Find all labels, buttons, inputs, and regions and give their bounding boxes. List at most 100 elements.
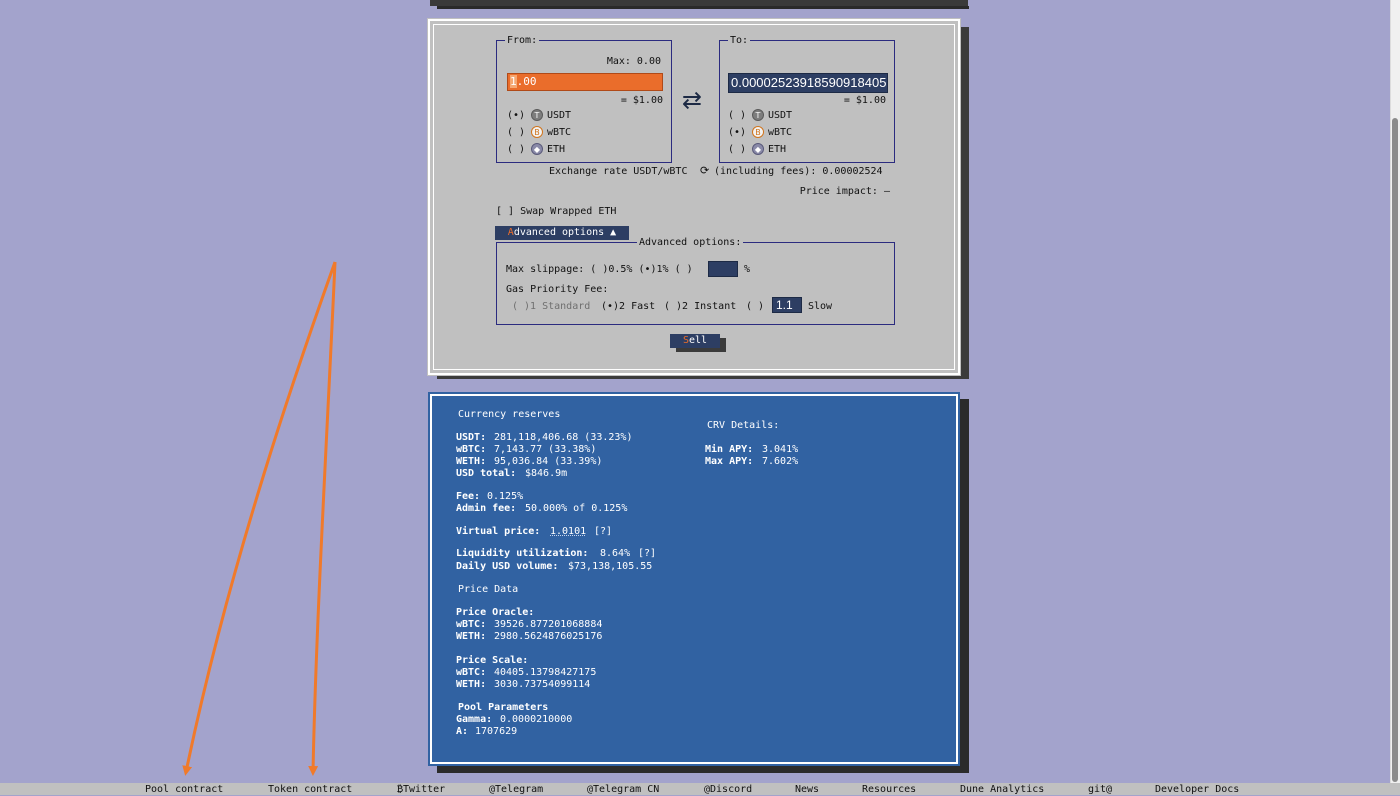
pool-parameters-title: Pool Parameters — [458, 702, 549, 713]
refresh-icon[interactable]: ⟳ — [700, 164, 709, 177]
from-amount-rest: .00 — [516, 75, 537, 88]
from-eth-radio[interactable]: ( ) — [507, 144, 525, 155]
max-apy-label: Max APY: — [705, 456, 754, 467]
virtual-price-value: 1.0101 — [550, 526, 587, 537]
reserves-title: Currency reserves — [458, 409, 561, 420]
wbtc-icon: B — [752, 126, 764, 138]
liquidity-utilization-label: Liquidity utilization: — [456, 548, 589, 559]
oracle-weth-label: WETH: — [456, 631, 487, 642]
max-slippage-options[interactable]: Max slippage: ( )0.5% (•)1% ( ) — [506, 264, 693, 275]
liquidity-utilization-value: 8.64% — [600, 548, 631, 559]
telegram-link[interactable]: @Telegram — [489, 783, 543, 796]
weth-reserve-value: 95,036.84 (33.39%) — [494, 456, 603, 467]
price-data-title: Price Data — [458, 584, 519, 595]
virtual-price-label: Virtual price: — [456, 526, 541, 537]
to-legend: To: — [730, 35, 749, 46]
usd-total-label: USD total: — [456, 468, 517, 479]
gas-instant-option[interactable]: ( )2 Instant — [664, 301, 736, 312]
from-legend: From: — [507, 35, 538, 46]
oracle-wbtc-label: wBTC: — [456, 619, 487, 630]
to-usdt-radio[interactable]: ( ) — [728, 110, 746, 121]
gas-custom-radio[interactable]: ( ) — [746, 301, 764, 312]
usdt-icon: T — [752, 109, 764, 121]
price-oracle-title: Price Oracle: — [456, 607, 535, 618]
admin-fee-label: Admin fee: — [456, 503, 517, 514]
to-eth-radio[interactable]: ( ) — [728, 144, 746, 155]
swap-wrapped-eth-checkbox[interactable]: [ ] Swap Wrapped ETH — [496, 206, 616, 217]
min-apy-value: 3.041% — [762, 444, 799, 455]
scale-weth-value: 3030.73754099114 — [494, 679, 591, 690]
from-amount-input[interactable]: 1.00 — [507, 73, 663, 91]
swap-panel: From: Max: 0.00 1.00 = $1.00 (•) T USDT … — [427, 18, 961, 376]
fee-label: Fee: — [456, 491, 481, 502]
to-usdt-label[interactable]: USDT — [768, 110, 792, 121]
discord-link[interactable]: @Discord — [704, 783, 752, 796]
from-wbtc-label[interactable]: wBTC — [547, 127, 571, 138]
wbtc-reserve-value: 7,143.77 (33.38%) — [494, 444, 597, 455]
usdt-icon: T — [531, 109, 543, 121]
advanced-options-box: Advanced options: Max slippage: ( )0.5% … — [496, 237, 895, 325]
to-eth-label[interactable]: ETH — [768, 144, 786, 155]
daily-volume-label: Daily USD volume: — [456, 561, 559, 572]
gas-standard-option[interactable]: ( )1 Standard — [512, 301, 590, 312]
from-usdt-label[interactable]: USDT — [547, 110, 571, 121]
price-scale-title: Price Scale: — [456, 655, 529, 666]
gas-custom-input[interactable]: 1.1 — [772, 297, 802, 313]
sell-button[interactable]: Sell — [670, 334, 720, 348]
arrow-to-pool-contract — [182, 261, 337, 776]
news-link[interactable]: News — [795, 783, 819, 796]
exchange-rate-value: (including fees): 0.00002524 — [714, 166, 883, 177]
telegram-cn-link[interactable]: @Telegram CN — [587, 783, 659, 796]
weth-reserve-label: WETH: — [456, 456, 487, 467]
slippage-unit: % — [744, 264, 751, 275]
gas-slow-label: Slow — [808, 301, 833, 312]
oracle-wbtc-value: 39526.877201068884 — [494, 619, 603, 630]
from-usdt-radio[interactable]: (•) — [507, 110, 525, 121]
gas-priority-label: Gas Priority Fee: — [506, 284, 609, 295]
to-amount-input[interactable]: 0.000025239185909184057 — [728, 73, 888, 93]
pool-info-panel: Currency reserves USDT: 281,118,406.68 (… — [428, 392, 960, 766]
to-wbtc-label[interactable]: wBTC — [768, 127, 792, 138]
virtual-price-help[interactable]: [?] — [594, 526, 612, 538]
eth-icon: ◆ — [752, 143, 764, 155]
wbtc-reserve-label: wBTC: — [456, 444, 487, 455]
gas-fast-option[interactable]: (•)2 Fast — [601, 301, 655, 312]
usdt-reserve-value: 281,118,406.68 (33.23%) — [494, 432, 633, 443]
sell-button-label: ell — [688, 335, 708, 346]
exchange-rate-label: Exchange rate USDT/wBTC — [549, 166, 688, 177]
a-label: A: — [456, 726, 469, 737]
fee-value: 0.125% — [487, 491, 524, 502]
a-value: 1707629 — [475, 726, 518, 737]
crv-details-title: CRV Details: — [707, 420, 780, 431]
from-box: From: Max: 0.00 1.00 = $1.00 (•) T USDT … — [496, 35, 672, 163]
text-cursor: 1 — [510, 75, 517, 88]
developer-docs-link[interactable]: Developer Docs — [1155, 783, 1239, 796]
from-eth-label[interactable]: ETH — [547, 144, 565, 155]
previous-panel-shadow — [437, 6, 969, 9]
git-link[interactable]: git@ — [1088, 783, 1112, 796]
wbtc-icon: B — [531, 126, 543, 138]
custom-slippage-input[interactable] — [708, 261, 738, 277]
scale-wbtc-value: 40405.13798427175 — [494, 667, 597, 678]
usdt-reserve-label: USDT: — [456, 432, 487, 443]
from-usd-value: = $1.00 — [620, 95, 663, 106]
swap-direction-icon[interactable]: ⇄ — [682, 88, 702, 112]
footer-bar: Pool contract Token contract ₿Twitter @T… — [0, 783, 1400, 795]
scale-weth-label: WETH: — [456, 679, 487, 690]
to-wbtc-radio[interactable]: (•) — [728, 127, 746, 138]
token-contract-link[interactable]: Token contract — [268, 783, 352, 796]
twitter-link[interactable]: ₿Twitter — [397, 783, 445, 796]
usd-total-value: $846.9m — [525, 468, 568, 479]
dune-analytics-link[interactable]: Dune Analytics — [960, 783, 1044, 796]
daily-volume-value: $73,138,105.55 — [568, 561, 653, 572]
from-wbtc-radio[interactable]: ( ) — [507, 127, 525, 138]
arrow-to-token-contract — [308, 261, 337, 776]
resources-link[interactable]: Resources — [862, 783, 916, 796]
liquidity-utilization-help[interactable]: [?] — [638, 548, 656, 560]
scrollbar-thumb[interactable] — [1392, 118, 1398, 782]
admin-fee-value: 50.000% of 0.125% — [525, 503, 628, 514]
pool-contract-link[interactable]: Pool contract — [145, 783, 223, 796]
scale-wbtc-label: wBTC: — [456, 667, 487, 678]
from-max[interactable]: Max: 0.00 — [607, 56, 661, 67]
max-apy-value: 7.602% — [762, 456, 799, 467]
